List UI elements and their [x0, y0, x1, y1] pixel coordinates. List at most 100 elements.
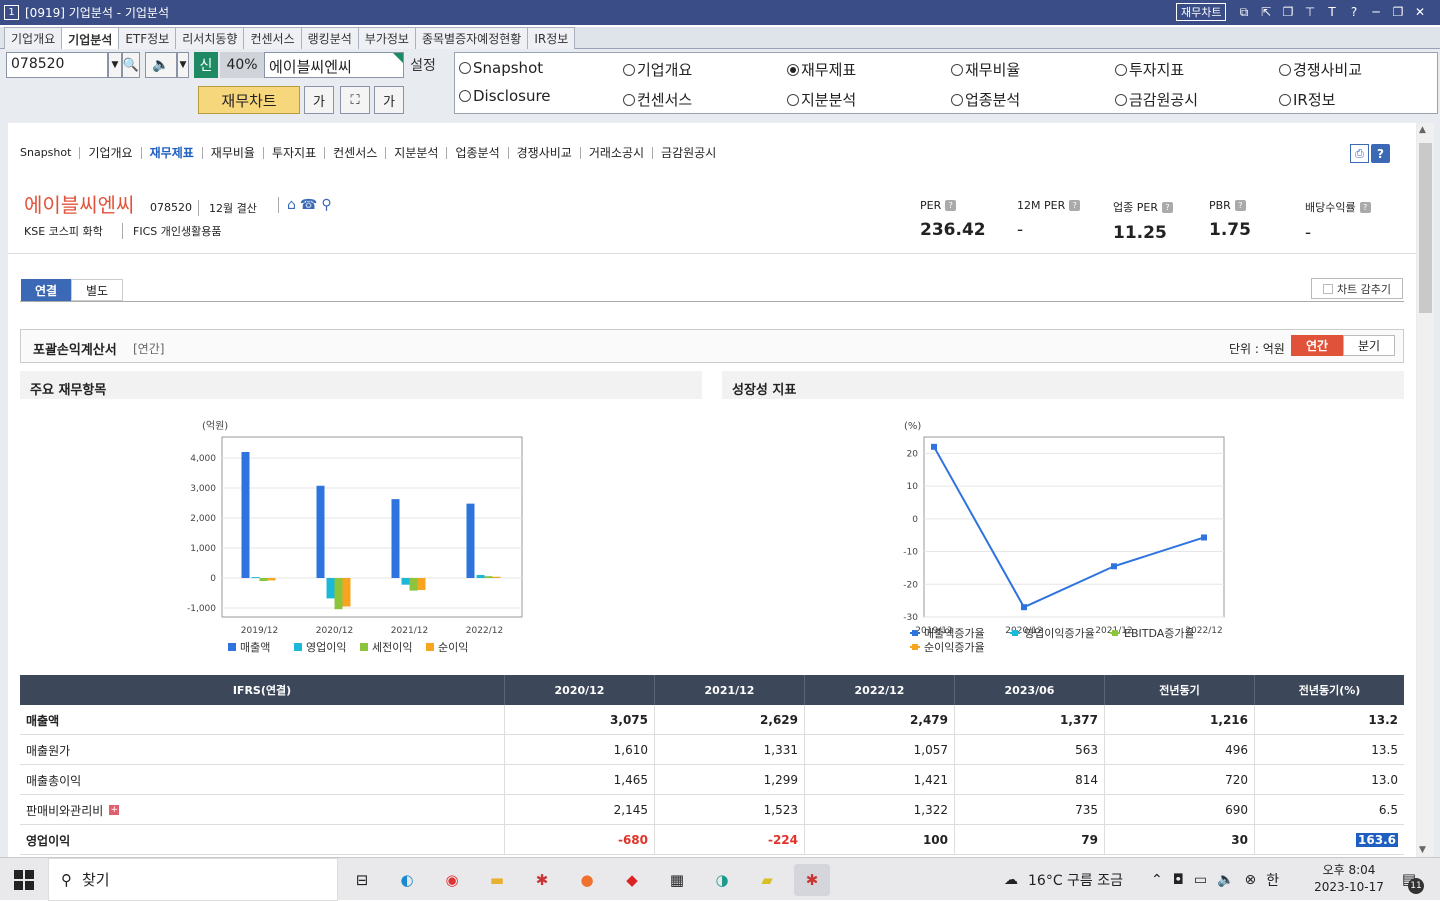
speaker-dropdown-button[interactable]: ▼ — [177, 52, 189, 78]
tab-ir[interactable]: IR정보 — [527, 27, 576, 49]
radio-disclosure[interactable]: Disclosure — [459, 87, 551, 105]
maximize-icon[interactable]: ❐ — [1390, 3, 1406, 21]
subnav-exchange-disclosure[interactable]: 거래소공시 — [579, 147, 652, 159]
tab-ranking[interactable]: 랭킹분석 — [300, 27, 359, 49]
question-icon[interactable]: ? — [1234, 200, 1246, 211]
tab-company-overview[interactable]: 기업개요 — [4, 27, 63, 49]
expand-icon[interactable]: + — [109, 805, 120, 815]
task-view-icon[interactable]: ⊟ — [344, 864, 380, 896]
home-icon[interactable]: ⌂ — [287, 197, 296, 213]
radio-financial-statements[interactable]: 재무제표 — [787, 59, 856, 80]
subnav-investment-index[interactable]: 투자지표 — [262, 147, 324, 159]
subnav-financial-ratio[interactable]: 재무비율 — [201, 147, 263, 159]
edge-icon[interactable]: ◐ — [389, 864, 425, 896]
tab-separate[interactable]: 별도 — [71, 279, 123, 301]
file-explorer-icon[interactable]: ▬ — [479, 864, 515, 896]
subnav-consensus[interactable]: 컨센서스 — [324, 147, 385, 159]
subnav-equity-analysis[interactable]: 지분분석 — [385, 147, 446, 159]
tab-extra-info[interactable]: 부가정보 — [357, 27, 416, 49]
new-button[interactable]: 신 — [194, 52, 218, 78]
radio-company-overview[interactable]: 기업개요 — [623, 59, 692, 80]
red-app-icon[interactable]: ◆ — [614, 864, 650, 896]
subnav-company-overview[interactable]: 기업개요 — [79, 147, 140, 159]
radio-financial-ratio[interactable]: 재무비율 — [951, 59, 1020, 80]
subnav-snapshot[interactable]: Snapshot — [20, 147, 79, 159]
radio-investment-index[interactable]: 투자지표 — [1115, 59, 1184, 80]
radio-ir-info[interactable]: IR정보 — [1279, 89, 1335, 110]
tab-company-analysis[interactable]: 기업분석 — [61, 27, 120, 50]
sticky-notes-icon[interactable]: ▰ — [749, 864, 785, 896]
taskbar-clock[interactable]: 오후 8:04 2023-10-17 — [1308, 862, 1390, 896]
question-icon[interactable]: ? — [1359, 201, 1371, 213]
location-pin-icon[interactable]: ⚲ — [321, 197, 331, 213]
network-icon[interactable]: ▭ — [1194, 872, 1207, 888]
ime-indicator[interactable]: 한 — [1266, 870, 1279, 890]
row-label: 매출총이익 — [26, 765, 81, 795]
radio-consensus[interactable]: 컨센서스 — [623, 89, 692, 110]
notification-icon[interactable]: ▤ 11 — [1398, 868, 1424, 894]
title-fin-chart-button[interactable]: 재무차트 — [1176, 3, 1227, 21]
code-dropdown-button[interactable]: ▼ — [108, 52, 122, 78]
chevron-up-icon[interactable]: ⌃ — [1151, 872, 1163, 888]
tab-etf[interactable]: ETF정보 — [118, 27, 177, 49]
vertical-scrollbar[interactable]: ▲ ▼ — [1417, 123, 1434, 857]
trading-app-icon[interactable]: ✱ — [524, 864, 560, 896]
font-enlarge-icon[interactable]: 가 — [374, 86, 404, 114]
question-icon[interactable]: ? — [1161, 201, 1173, 213]
taskbar-search[interactable]: ⚲ 찾기 — [48, 858, 338, 901]
windows-start-icon[interactable] — [14, 870, 34, 890]
camera-icon[interactable]: ◘ — [1173, 872, 1184, 888]
orange-app-icon[interactable]: ● — [569, 864, 605, 896]
tab-research[interactable]: 리서치동향 — [175, 27, 245, 49]
pin2-icon[interactable]: ⊤ — [1302, 3, 1318, 21]
settings-button[interactable]: 설정 — [406, 52, 440, 78]
radio-fss-disclosure[interactable]: 금감원공시 — [1115, 89, 1198, 110]
calculator-icon[interactable]: ▦ — [659, 864, 695, 896]
stock-code-input[interactable]: 078520 — [6, 52, 108, 78]
stock-name-input[interactable]: 에이블씨엔씨 — [264, 52, 404, 78]
print-icon[interactable]: ⎙ — [1350, 144, 1369, 163]
tab-consolidated[interactable]: 연결 — [21, 279, 71, 301]
tab-consensus[interactable]: 컨센서스 — [243, 27, 302, 49]
radio-snapshot[interactable]: Snapshot — [459, 59, 543, 77]
search-icon[interactable]: 🔍 — [122, 52, 140, 78]
volume-icon[interactable]: 🔈 — [1217, 872, 1234, 888]
close-icon[interactable]: ✕ — [1412, 3, 1428, 21]
radio-industry-analysis[interactable]: 업종분석 — [951, 89, 1020, 110]
speaker-icon[interactable]: 🔈 — [145, 52, 177, 78]
font-icon[interactable]: T — [1324, 3, 1340, 21]
subnav-competitor[interactable]: 경쟁사비교 — [507, 147, 580, 159]
restore-icon[interactable]: ❐ — [1280, 3, 1296, 21]
minimize-icon[interactable]: ─ — [1368, 3, 1384, 21]
copy-icon[interactable]: ⧉ — [1236, 3, 1252, 21]
chrome-icon[interactable]: ◉ — [434, 864, 470, 896]
help-icon[interactable]: ? — [1346, 3, 1362, 21]
scroll-up-icon[interactable]: ▲ — [1419, 125, 1426, 135]
phone-icon[interactable]: ☎ — [300, 197, 317, 213]
radio-dot-checked — [787, 63, 799, 76]
weather-text[interactable]: 16°C 구름 조금 — [1028, 870, 1123, 890]
tab-capital-increase[interactable]: 종목별증자예정현황 — [414, 27, 529, 49]
quarter-button[interactable]: 분기 — [1343, 335, 1395, 356]
trading-app-active-icon[interactable]: ✱ — [794, 864, 830, 896]
scroll-down-icon[interactable]: ▼ — [1419, 845, 1426, 855]
radio-equity-analysis[interactable]: 지분분석 — [787, 89, 856, 110]
subnav-financial-statements[interactable]: 재무제표 — [140, 147, 202, 159]
radio-competitor[interactable]: 경쟁사비교 — [1279, 59, 1362, 80]
subnav-industry-analysis[interactable]: 업종분석 — [446, 147, 507, 159]
fit-screen-icon[interactable]: ⛶ — [340, 86, 370, 114]
question-icon[interactable]: ? — [1069, 200, 1081, 211]
teal-app-icon[interactable]: ◑ — [704, 864, 740, 896]
question-icon[interactable]: ? — [945, 200, 957, 211]
font-size-icon[interactable]: 가 — [304, 86, 334, 114]
annual-button[interactable]: 연간 — [1291, 335, 1343, 356]
fin-chart-button[interactable]: 재무차트 — [198, 86, 300, 114]
subnav-fss-disclosure[interactable]: 금감원공시 — [652, 147, 724, 159]
help-circle-icon[interactable]: ? — [1371, 144, 1390, 163]
scroll-thumb[interactable] — [1419, 143, 1432, 313]
table-cell: 163.6 — [1254, 825, 1404, 855]
ime-off-icon[interactable]: ⊗ — [1245, 872, 1257, 888]
weather-icon[interactable]: ☁ — [1004, 872, 1018, 888]
chart-collapse-button[interactable]: 차트 감추기 — [1311, 278, 1403, 299]
pin-icon[interactable]: ⇱ — [1258, 3, 1274, 21]
